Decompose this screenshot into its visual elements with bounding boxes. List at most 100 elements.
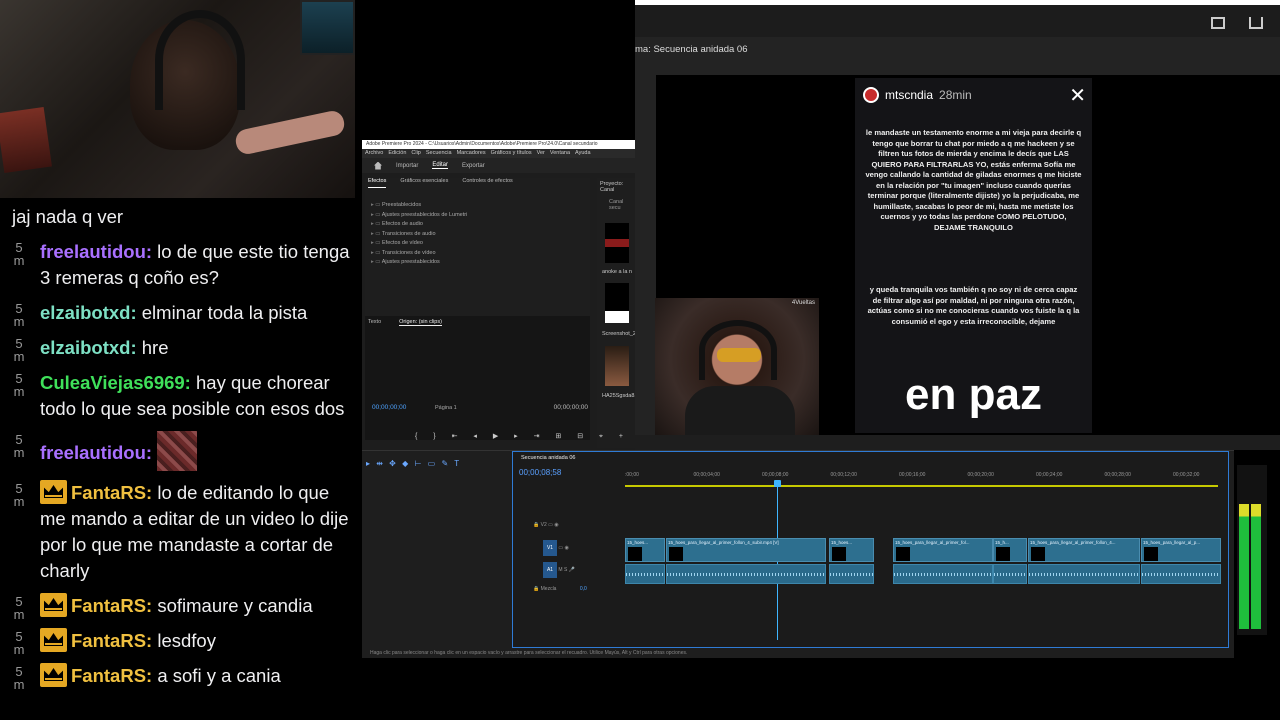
story-big-text: en paz: [905, 370, 1042, 419]
message-time: 5m: [13, 240, 25, 268]
effects-tab[interactable]: Gráficos esenciales: [400, 178, 448, 188]
chat-username[interactable]: freelautidou:: [40, 241, 152, 262]
sequence-tab[interactable]: Secuencia anidada 06: [513, 452, 1228, 464]
effects-folder[interactable]: Ajustes preestablecidos: [371, 259, 590, 269]
audio-clip[interactable]: [666, 564, 826, 584]
effects-folder[interactable]: Transiciones de audio: [371, 231, 590, 241]
effects-folder[interactable]: Transiciones de vídeo: [371, 250, 590, 260]
chat-username[interactable]: FantaRS:: [71, 482, 152, 503]
audio-clip[interactable]: [1141, 564, 1221, 584]
project-thumb-3[interactable]: [605, 346, 629, 386]
tab-text[interactable]: Texto: [368, 319, 381, 326]
share-icon[interactable]: [1249, 17, 1263, 29]
chat-username[interactable]: FantaRS:: [71, 665, 152, 686]
audio-meter-left: [1239, 504, 1249, 629]
message-time: 5m: [13, 481, 25, 509]
streamer-facecam: 4Vueltas: [655, 298, 819, 435]
tab-import[interactable]: Importar: [396, 163, 418, 169]
source-timecode[interactable]: 00;00;00;00: [372, 404, 406, 411]
tab-edit[interactable]: Editar: [432, 162, 449, 169]
audio-clip[interactable]: [893, 564, 993, 584]
video-clip[interactable]: 15_hoes...: [829, 538, 874, 562]
ruler-tick: 00;00;12;00: [830, 472, 857, 478]
project-item-2[interactable]: Screenshot_2: [599, 328, 639, 340]
track-header-v1[interactable]: V1 ▭ ◉: [533, 540, 623, 558]
project-thumb-1[interactable]: [605, 223, 629, 263]
menu-item[interactable]: Ventana: [550, 150, 570, 156]
chat-username[interactable]: freelautidou:: [40, 442, 152, 463]
clip-label: 15_hoes_para_llegar_al_p...: [1143, 540, 1201, 545]
audio-clip[interactable]: [993, 564, 1027, 584]
tab-source[interactable]: Origen: (sin clips): [399, 319, 442, 326]
menu-item[interactable]: Secuencia: [426, 150, 452, 156]
ruler-tick: 00;00;20;00: [967, 472, 994, 478]
ruler-tick: 00;00;24;00: [1036, 472, 1063, 478]
clip-label: 15_h...: [995, 540, 1009, 545]
project-item-1[interactable]: anoke a la n: [599, 266, 635, 278]
effects-folder[interactable]: Ajustes preestablecidos de Lumetri: [371, 212, 590, 222]
clip-thumbnail: [1031, 547, 1045, 561]
menu-item[interactable]: Edición: [388, 150, 406, 156]
video-clip[interactable]: 15_hoes_para_llegar_al_primer_follon_4_s…: [666, 538, 826, 562]
chat-username[interactable]: CuleaViejas6969:: [40, 372, 191, 393]
message-time: 5m: [13, 336, 25, 364]
tab-export[interactable]: Exportar: [462, 163, 485, 169]
home-icon[interactable]: [374, 161, 382, 170]
close-icon: ✕: [1069, 85, 1086, 107]
chat-username[interactable]: elzaibotxd:: [40, 337, 137, 358]
v1-toggle[interactable]: V1: [543, 540, 557, 556]
chat-username[interactable]: elzaibotxd:: [40, 302, 137, 323]
audio-clip[interactable]: [625, 564, 665, 584]
clip-label: 15_hoes_para_llegar_al_primer_fol...: [895, 540, 970, 545]
video-clip[interactable]: 15_hoes_para_llegar_al_primer_follon_4..…: [1028, 538, 1140, 562]
chat-username[interactable]: FantaRS:: [71, 630, 152, 651]
mix-value[interactable]: 0,0: [580, 586, 587, 592]
effects-tab[interactable]: Efectos: [368, 178, 387, 188]
time-ruler[interactable]: :00;00 00;00;04;00 00;00;08;00 00;00;12;00 0…: [625, 472, 1218, 484]
menu-item[interactable]: Marcadores: [457, 150, 486, 156]
video-clip[interactable]: 15_h...: [993, 538, 1027, 562]
work-area-bar[interactable]: [625, 485, 1218, 487]
chat-message: 5 m FantaRS: a sofi y a cania: [12, 663, 355, 692]
program-header: [635, 5, 1280, 37]
effects-tab[interactable]: Controles de efectos: [462, 178, 512, 188]
effects-folder[interactable]: Efectos de audio: [371, 221, 590, 231]
page-select[interactable]: Página 1: [435, 405, 457, 411]
chat-text: elminar toda la pista: [136, 302, 308, 323]
audio-clip[interactable]: [829, 564, 874, 584]
message-time: 5m: [13, 629, 25, 657]
message-time: 5m: [13, 664, 25, 692]
twitch-chat: jaj nada q ver 5 m freelautidou: lo de que …: [0, 198, 355, 720]
video-clip[interactable]: 15_hoes_para_llegar_al_p...: [1141, 538, 1221, 562]
menu-item[interactable]: Gráficos y títulos: [491, 150, 532, 156]
project-thumb-2[interactable]: [605, 283, 629, 323]
effects-tabs: Efectos Gráficos esenciales Controles de e…: [365, 178, 590, 188]
track-header-v2[interactable]: 🔒 V2 ▭ ◉: [533, 522, 623, 540]
effects-folder[interactable]: Efectos de vídeo: [371, 240, 590, 250]
chat-text: sofimaure y candia: [152, 595, 313, 616]
ruler-tick: 00;00;04;00: [693, 472, 720, 478]
audio-clip[interactable]: [1028, 564, 1140, 584]
panel-icon[interactable]: [1211, 17, 1225, 29]
track-header-a1[interactable]: A1 M S 🎤: [533, 562, 623, 580]
chat-message: 5 m FantaRS: lesdfoy: [12, 628, 355, 657]
menu-item[interactable]: Ayuda: [575, 150, 591, 156]
a1-toggle[interactable]: A1: [543, 562, 557, 578]
video-clip[interactable]: 15_hoes...: [625, 538, 665, 562]
chat-username[interactable]: FantaRS:: [71, 595, 152, 616]
project-sub: Canal secu: [609, 199, 624, 211]
screen: jaj nada q ver 5 m freelautidou: lo de que …: [0, 0, 1280, 720]
effects-folder[interactable]: Preestablecidos: [371, 202, 590, 212]
audio-meter-right: [1251, 504, 1261, 629]
video-clip[interactable]: 15_hoes_para_llegar_al_primer_fol...: [893, 538, 993, 562]
clip-thumbnail: [1144, 547, 1158, 561]
sequence-timecode[interactable]: 00;00;08;58: [519, 468, 561, 477]
cam-tag: 4Vueltas: [791, 300, 815, 306]
transport-controls[interactable]: { } ⇤ ◂ ▶ ▸ ⇥ ⊞ ⊟ ⌖ +: [415, 432, 630, 441]
menu-item[interactable]: Clip: [411, 150, 420, 156]
tools-panel[interactable]: ▸ ⇹ ✥ ◆ ⊢ ▭ ✎ T: [366, 459, 461, 468]
chat-text: hre: [136, 337, 169, 358]
message-time: 5m: [13, 594, 25, 622]
menu-item[interactable]: Archivo: [365, 150, 383, 156]
menu-item[interactable]: Ver: [537, 150, 545, 156]
